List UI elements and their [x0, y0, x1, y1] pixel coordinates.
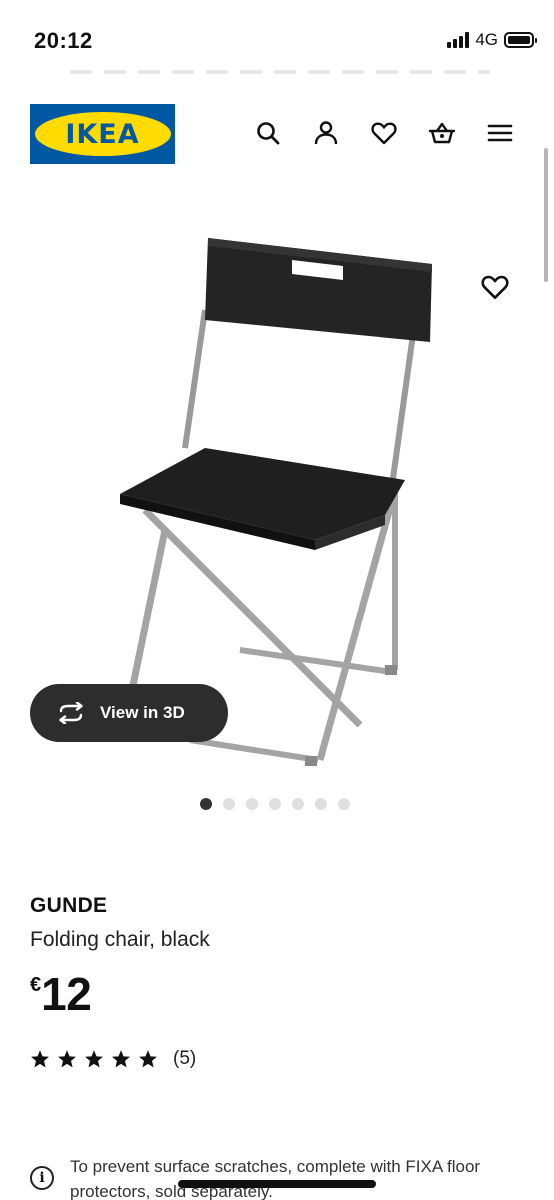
- basket-icon[interactable]: [428, 119, 456, 147]
- notice-text: To prevent surface scratches, complete w…: [70, 1157, 481, 1200]
- product-description: Folding chair, black: [30, 928, 210, 951]
- heart-icon[interactable]: [370, 119, 398, 147]
- carousel-dot[interactable]: [200, 798, 212, 810]
- star-icon: [139, 1050, 157, 1068]
- search-icon[interactable]: [254, 119, 282, 147]
- floor-protector-notice: i To prevent surface scratches, complete…: [30, 1154, 530, 1200]
- price-amount: 12: [41, 968, 92, 1020]
- network-type: 4G: [475, 30, 498, 49]
- battery-icon: [504, 32, 537, 48]
- carousel-dot[interactable]: [292, 798, 304, 810]
- star-icon: [112, 1050, 130, 1068]
- product-image-gallery[interactable]: View in 3D: [0, 180, 554, 790]
- product-name: GUNDE: [30, 894, 108, 917]
- home-indicator[interactable]: [178, 1180, 376, 1188]
- star-icon: [85, 1050, 103, 1068]
- signal-strength-icon: [447, 32, 470, 48]
- menu-icon[interactable]: [486, 119, 514, 147]
- site-header: IKEA: [0, 102, 554, 166]
- carousel-dot[interactable]: [315, 798, 327, 810]
- scrolled-content-peek: [70, 70, 490, 74]
- image-carousel-dots: [200, 798, 350, 810]
- rotate-3d-icon: [59, 702, 83, 724]
- review-count: (5): [173, 1048, 197, 1069]
- logo-oval: IKEA: [34, 112, 171, 156]
- carousel-dot[interactable]: [269, 798, 281, 810]
- star-icon: [58, 1050, 76, 1068]
- carousel-dot[interactable]: [246, 798, 258, 810]
- info-icon: i: [30, 1166, 54, 1190]
- account-icon[interactable]: [312, 119, 340, 147]
- product-rating[interactable]: (5): [30, 1048, 196, 1070]
- header-actions: [254, 119, 514, 147]
- status-bar: 20:12 4G: [0, 0, 554, 80]
- status-indicators: 4G: [447, 30, 537, 50]
- add-to-favourites-icon[interactable]: [480, 272, 510, 302]
- status-time: 20:12: [34, 28, 93, 53]
- carousel-dot[interactable]: [223, 798, 235, 810]
- star-icon: [31, 1050, 49, 1068]
- view-in-3d-button[interactable]: View in 3D: [30, 684, 228, 742]
- product-price: € 12: [30, 968, 92, 1020]
- logo-text: IKEA: [65, 118, 140, 150]
- view-in-3d-label: View in 3D: [100, 703, 185, 722]
- carousel-dot[interactable]: [338, 798, 350, 810]
- price-currency: €: [30, 974, 42, 996]
- ikea-logo[interactable]: IKEA: [30, 104, 175, 164]
